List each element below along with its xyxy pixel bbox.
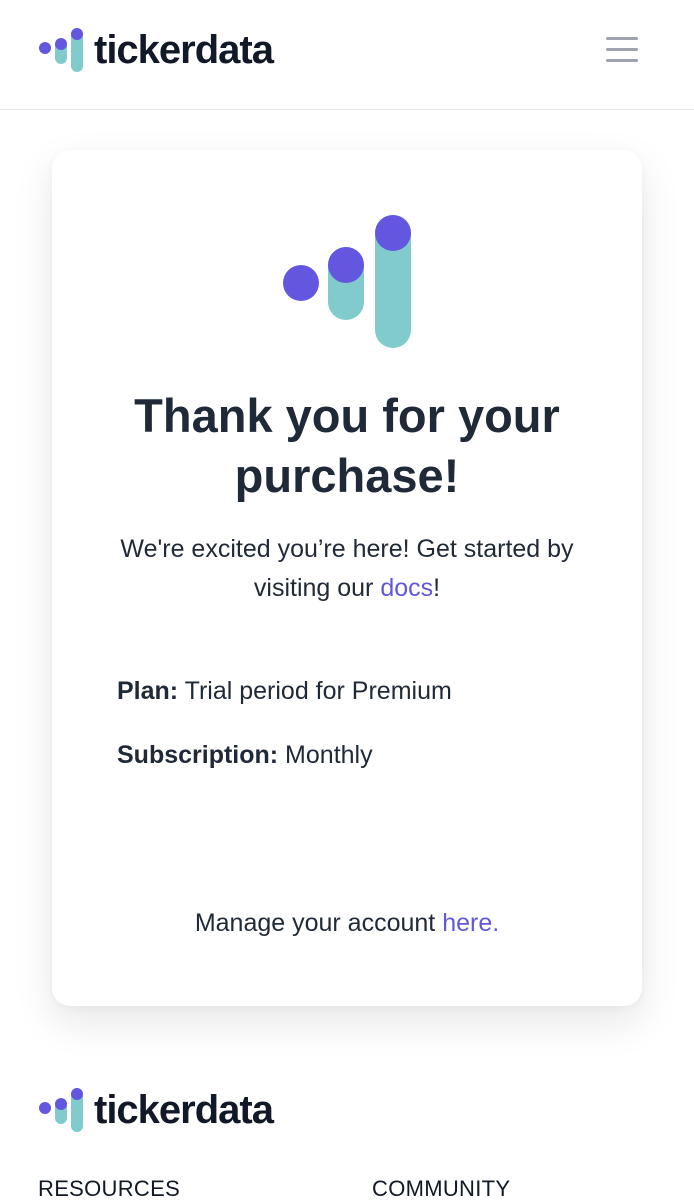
tickerdata-logo-icon — [39, 28, 83, 72]
plan-label: Plan: — [117, 677, 179, 705]
manage-account-body: Manage your account — [194, 909, 443, 937]
plan-value: Trial period for Premium — [178, 677, 452, 705]
page-title: Thank you for your purchase! — [134, 389, 560, 502]
subscription-detail: Subscription: Monthly — [117, 738, 597, 772]
manage-account-text: Manage your account here. — [92, 906, 602, 940]
brand-name: tickerdata — [94, 28, 274, 72]
tickerdata-logo-icon — [283, 215, 411, 348]
hamburger-menu-icon[interactable] — [600, 30, 644, 70]
intro-text-end: ! — [433, 574, 441, 602]
tickerdata-logo-icon — [39, 1088, 83, 1132]
site-header: tickerdata — [0, 0, 694, 110]
footer-logo[interactable]: tickerdata — [38, 1086, 274, 1134]
intro-text: We're excited you’re here! Get started b… — [92, 530, 602, 608]
docs-link[interactable]: docs — [380, 574, 433, 602]
manage-account-link[interactable]: here. — [442, 909, 499, 937]
intro-text-body: We're excited you’re here! Get started b… — [120, 535, 574, 602]
header-logo[interactable]: tickerdata — [38, 26, 274, 74]
subscription-value: Monthly — [278, 741, 373, 769]
subscription-label: Subscription: — [117, 741, 279, 769]
footer-brand-name: tickerdata — [94, 1088, 274, 1132]
plan-detail: Plan: Trial period for Premium — [117, 674, 597, 708]
purchase-confirmation-card: Thank you for your purchase! We're excit… — [52, 150, 642, 1006]
